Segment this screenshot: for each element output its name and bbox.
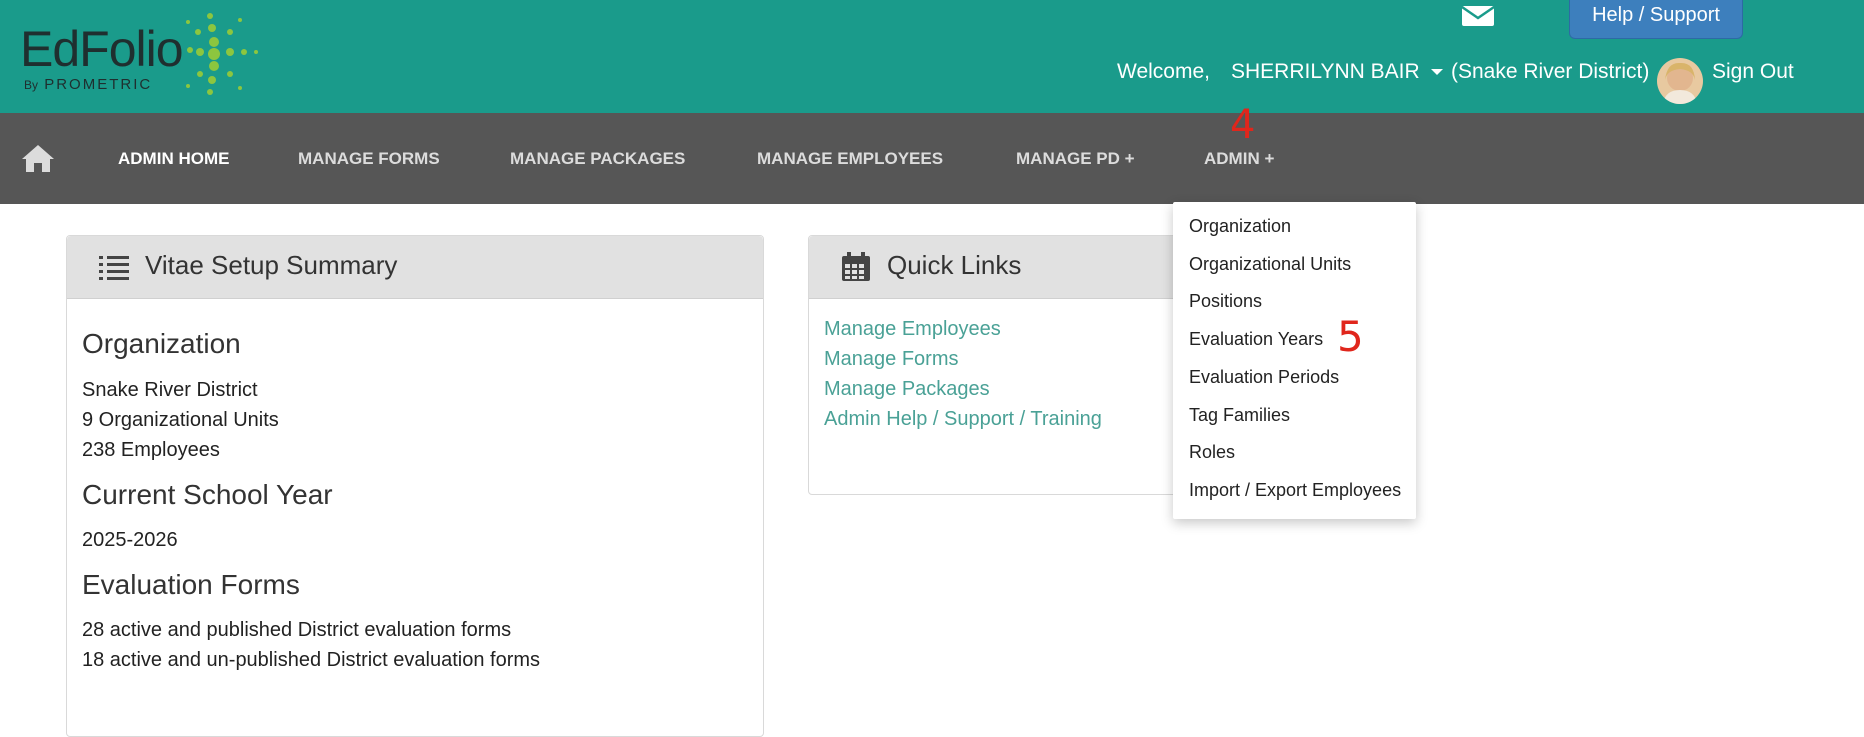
nav-manage-employees[interactable]: MANAGE EMPLOYEES <box>757 149 943 169</box>
published-forms-count: 28 active and published District evaluat… <box>82 619 512 641</box>
logo-byline: By PROMETRIC <box>24 76 153 93</box>
sign-out-link[interactable]: Sign Out <box>1712 60 1794 84</box>
org-units-count: 9 Organizational Units <box>82 409 279 431</box>
unpublished-forms-count: 18 active and un-published District eval… <box>82 649 541 671</box>
calendar-icon <box>842 252 870 281</box>
quick-links-panel: Quick Links Manage Employees Manage Form… <box>808 235 1220 495</box>
org-name: Snake River District <box>82 379 258 401</box>
menu-item-evaluation-years[interactable]: Evaluation Years <box>1189 329 1323 350</box>
link-manage-forms[interactable]: Manage Forms <box>824 348 959 371</box>
logo-wordmark: EdFolio <box>20 21 184 77</box>
nav-admin[interactable]: ADMIN + <box>1204 149 1274 169</box>
nav-manage-pd[interactable]: MANAGE PD + <box>1016 149 1135 169</box>
link-manage-employees[interactable]: Manage Employees <box>824 318 1001 341</box>
user-name-dropdown[interactable]: SHERRILYNN BAIR <box>1231 60 1444 84</box>
link-admin-help[interactable]: Admin Help / Support / Training <box>824 408 1102 431</box>
admin-dropdown-menu: Organization Organizational Units Positi… <box>1173 202 1416 519</box>
employees-count: 238 Employees <box>82 439 220 461</box>
menu-item-evaluation-periods[interactable]: Evaluation Periods <box>1189 367 1339 388</box>
evaluation-forms-heading: Evaluation Forms <box>82 569 300 600</box>
district-label: (Snake River District) <box>1451 60 1650 83</box>
menu-item-import-export-employees[interactable]: Import / Export Employees <box>1189 480 1401 501</box>
logo-star-icon <box>186 13 258 95</box>
caret-down-icon <box>1430 69 1443 76</box>
nav-manage-forms[interactable]: MANAGE FORMS <box>298 149 440 169</box>
help-support-button[interactable]: Help / Support <box>1569 0 1743 39</box>
quick-links-title: Quick Links <box>887 250 1022 280</box>
home-icon[interactable] <box>21 143 55 173</box>
menu-item-positions[interactable]: Positions <box>1189 291 1262 312</box>
menu-item-roles[interactable]: Roles <box>1189 442 1235 463</box>
school-year-heading: Current School Year <box>82 479 333 510</box>
menu-item-organizational-units[interactable]: Organizational Units <box>1189 254 1351 275</box>
vitae-summary-panel: Vitae Setup Summary Organization Snake R… <box>66 235 764 737</box>
menu-item-organization[interactable]: Organization <box>1189 216 1291 237</box>
nav-manage-packages[interactable]: MANAGE PACKAGES <box>510 149 685 169</box>
organization-heading: Organization <box>82 328 241 359</box>
main-nav: ADMIN HOME MANAGE FORMS MANAGE PACKAGES … <box>0 113 1864 204</box>
top-header: EdFolio By PROMETRIC Help / Support Welc… <box>0 0 1864 113</box>
summary-panel-title: Vitae Setup Summary <box>145 250 398 280</box>
link-manage-packages[interactable]: Manage Packages <box>824 378 990 401</box>
list-icon <box>99 256 129 280</box>
envelope-icon[interactable] <box>1461 4 1495 28</box>
welcome-label: Welcome, <box>1117 60 1210 83</box>
step-4-marker: 4 <box>1230 102 1256 148</box>
summary-panel-header: Vitae Setup Summary <box>67 236 763 299</box>
school-year-value: 2025-2026 <box>82 529 178 551</box>
menu-item-tag-families[interactable]: Tag Families <box>1189 405 1290 426</box>
nav-admin-home[interactable]: ADMIN HOME <box>118 149 229 169</box>
quick-links-header: Quick Links <box>809 236 1219 299</box>
user-name: SHERRILYNN BAIR <box>1231 60 1420 83</box>
avatar[interactable] <box>1657 58 1703 104</box>
step-5-marker: 5 <box>1337 312 1364 361</box>
